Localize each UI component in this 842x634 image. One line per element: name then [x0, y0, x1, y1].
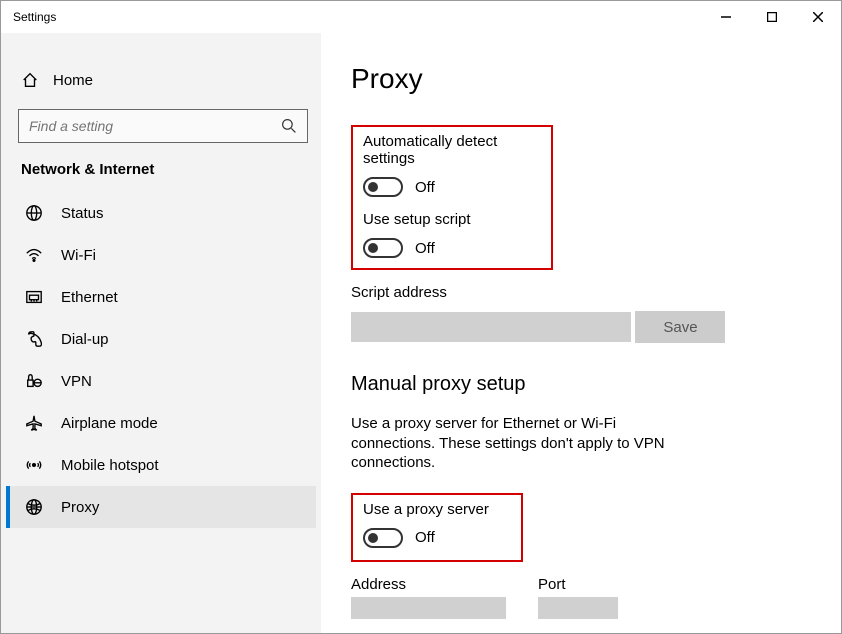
- search-box[interactable]: [18, 109, 308, 143]
- sidebar-item-wifi[interactable]: Wi-Fi: [6, 234, 316, 276]
- sidebar-item-label: Ethernet: [61, 289, 118, 306]
- auto-detect-toggle[interactable]: [363, 177, 403, 197]
- page-title: Proxy: [351, 63, 811, 95]
- vpn-icon: [25, 372, 43, 390]
- toggle-knob: [368, 182, 378, 192]
- wifi-icon: [25, 246, 43, 264]
- manual-section-title: Manual proxy setup: [351, 373, 811, 396]
- highlight-manual-proxy: Use a proxy server Off: [351, 493, 523, 562]
- use-proxy-state: Off: [415, 529, 435, 546]
- port-input[interactable]: [538, 597, 618, 619]
- sidebar-item-hotspot[interactable]: Mobile hotspot: [6, 444, 316, 486]
- sidebar-item-label: Mobile hotspot: [61, 457, 159, 474]
- sidebar-item-label: Airplane mode: [61, 415, 158, 432]
- sidebar-item-proxy[interactable]: Proxy: [6, 486, 316, 528]
- address-input[interactable]: [351, 597, 506, 619]
- search-icon: [281, 118, 297, 134]
- hotspot-icon: [25, 456, 43, 474]
- save-button[interactable]: Save: [635, 311, 725, 343]
- proxy-icon: [25, 498, 43, 516]
- sidebar-item-ethernet[interactable]: Ethernet: [6, 276, 316, 318]
- sidebar-item-label: VPN: [61, 373, 92, 390]
- manual-description: Use a proxy server for Ethernet or Wi-Fi…: [351, 414, 691, 473]
- home-nav[interactable]: Home: [6, 61, 316, 99]
- script-address-input[interactable]: [351, 312, 631, 342]
- sidebar-item-vpn[interactable]: VPN: [6, 360, 316, 402]
- setup-script-label: Use setup script: [363, 211, 541, 228]
- sidebar-item-label: Dial-up: [61, 331, 109, 348]
- use-proxy-toggle[interactable]: [363, 528, 403, 548]
- address-label: Address: [351, 576, 506, 593]
- maximize-button[interactable]: [749, 1, 795, 33]
- window-controls: [703, 1, 841, 33]
- sidebar-item-airplane[interactable]: Airplane mode: [6, 402, 316, 444]
- minimize-icon: [721, 12, 731, 22]
- home-icon: [21, 71, 39, 89]
- airplane-icon: [25, 414, 43, 432]
- sidebar-item-label: Proxy: [61, 499, 99, 516]
- sidebar-item-dialup[interactable]: Dial-up: [6, 318, 316, 360]
- maximize-icon: [767, 12, 777, 22]
- toggle-knob: [368, 533, 378, 543]
- script-address-label: Script address: [351, 284, 811, 301]
- auto-detect-state: Off: [415, 179, 435, 196]
- sidebar-item-status[interactable]: Status: [6, 192, 316, 234]
- auto-detect-label: Automatically detect settings: [363, 133, 541, 167]
- search-input[interactable]: [29, 118, 281, 134]
- highlight-auto-setup: Automatically detect settings Off Use se…: [351, 125, 553, 270]
- status-icon: [25, 204, 43, 222]
- close-button[interactable]: [795, 1, 841, 33]
- sidebar-item-label: Status: [61, 205, 104, 222]
- ethernet-icon: [25, 288, 43, 306]
- toggle-knob: [368, 243, 378, 253]
- minimize-button[interactable]: [703, 1, 749, 33]
- setup-script-toggle[interactable]: [363, 238, 403, 258]
- window-title: Settings: [13, 10, 56, 24]
- home-label: Home: [53, 72, 93, 89]
- use-proxy-label: Use a proxy server: [363, 501, 511, 518]
- section-header: Network & Internet: [6, 161, 316, 192]
- sidebar-item-label: Wi-Fi: [61, 247, 96, 264]
- port-label: Port: [538, 576, 618, 593]
- dialup-icon: [25, 330, 43, 348]
- setup-script-state: Off: [415, 240, 435, 257]
- close-icon: [813, 12, 823, 22]
